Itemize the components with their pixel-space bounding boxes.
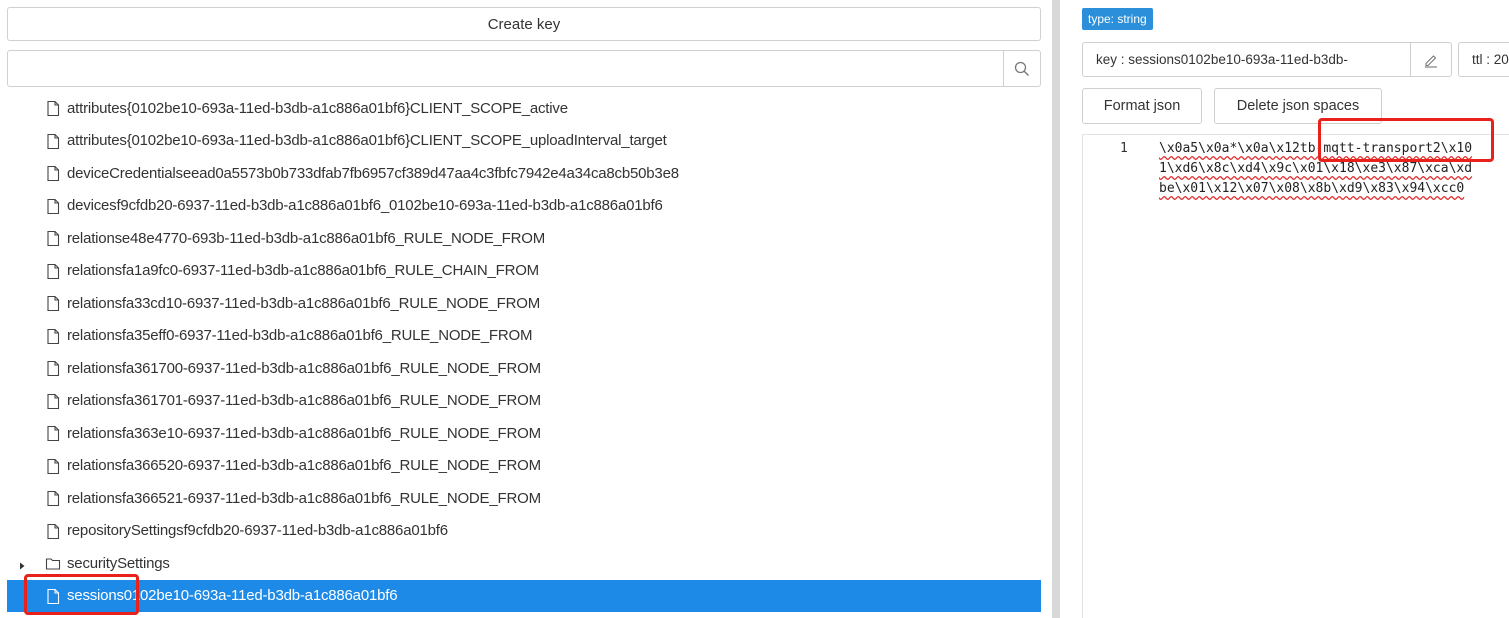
file-icon	[45, 295, 61, 312]
tree-item-label: relationsfa361701-6937-11ed-b3db-a1c886a…	[67, 392, 541, 410]
file-icon	[45, 393, 61, 410]
file-icon	[45, 198, 61, 215]
rename-key-button[interactable]	[1410, 43, 1451, 76]
search-box	[7, 50, 1041, 87]
value-viewer-panel: type: string key : sessions0102be10-693a…	[1060, 0, 1509, 618]
tree-key-item[interactable]: attributes{0102be10-693a-11ed-b3db-a1c88…	[0, 92, 1045, 125]
tree-item-label: relationsfa366520-6937-11ed-b3db-a1c886a…	[67, 457, 541, 475]
tree-key-item[interactable]: relationse48e4770-693b-11ed-b3db-a1c886a…	[0, 222, 1045, 255]
search-input[interactable]	[8, 51, 1004, 86]
tree-key-item[interactable]: relationsfa366521-6937-11ed-b3db-a1c886a…	[0, 482, 1045, 515]
tree-item-label: relationsfa1a9fc0-6937-11ed-b3db-a1c886a…	[67, 262, 539, 280]
tree-item-label: sessions0102be10-693a-11ed-b3db-a1c886a0…	[67, 587, 398, 605]
tree-key-item[interactable]: relationsfa35eff0-6937-11ed-b3db-a1c886a…	[0, 320, 1045, 353]
key-name-text: key : sessions0102be10-693a-11ed-b3db-	[1096, 52, 1348, 67]
file-icon	[45, 458, 61, 475]
tree-item-label: relationse48e4770-693b-11ed-b3db-a1c886a…	[67, 229, 546, 247]
tree-key-item[interactable]: sessions0102be10-693a-11ed-b3db-a1c886a0…	[7, 579, 1041, 612]
file-icon	[45, 490, 61, 507]
ttl-text: ttl : 20	[1472, 52, 1509, 67]
create-key-button[interactable]: Create key	[7, 7, 1041, 41]
tree-item-label: relationsfa33cd10-6937-11ed-b3db-a1c886a…	[67, 294, 541, 312]
tree-key-item[interactable]: relationsfa361701-6937-11ed-b3db-a1c886a…	[0, 385, 1045, 418]
file-icon	[45, 523, 61, 540]
search-button[interactable]	[1003, 51, 1040, 86]
tree-key-item[interactable]: attributes{0102be10-693a-11ed-b3db-a1c88…	[0, 125, 1045, 158]
file-icon	[45, 230, 61, 247]
ttl-field[interactable]: ttl : 20	[1458, 42, 1509, 77]
tree-key-item[interactable]: repositorySettingsf9cfdb20-6937-11ed-b3d…	[0, 515, 1045, 548]
expand-caret-icon[interactable]	[17, 558, 27, 570]
line-number: 1	[1120, 141, 1128, 156]
tree-item-label: relationsfa361700-6937-11ed-b3db-a1c886a…	[67, 359, 541, 377]
tree-item-label: relationsfa35eff0-6937-11ed-b3db-a1c886a…	[67, 327, 533, 345]
tree-folder-item[interactable]: securitySettings	[0, 547, 1045, 580]
file-icon	[45, 588, 61, 605]
code-line: \x0a5\x0a*\x0a\x12tb-mqtt-transport2\x10	[1159, 141, 1473, 156]
format-json-button[interactable]: Format json	[1082, 88, 1202, 124]
tree-item-label: deviceCredentialseead0a5573b0b733dfab7fb…	[67, 164, 679, 182]
pencil-icon	[1425, 54, 1437, 68]
tree-item-label: attributes{0102be10-693a-11ed-b3db-a1c88…	[67, 132, 667, 150]
file-icon	[45, 263, 61, 280]
file-icon	[45, 425, 61, 442]
file-icon	[45, 133, 61, 150]
tree-key-item[interactable]: relationsfa366520-6937-11ed-b3db-a1c886a…	[0, 450, 1045, 483]
tree-key-item[interactable]: deviceCredentialseead0a5573b0b733dfab7fb…	[0, 157, 1045, 190]
file-icon	[45, 165, 61, 182]
delete-json-spaces-button[interactable]: Delete json spaces	[1214, 88, 1382, 124]
tree-key-item[interactable]: relationsfa33cd10-6937-11ed-b3db-a1c886a…	[0, 287, 1045, 320]
tree-key-item[interactable]: relationsfa363e10-6937-11ed-b3db-a1c886a…	[0, 417, 1045, 450]
key-tree: attributes{0102be10-693a-11ed-b3db-a1c88…	[0, 92, 1045, 612]
tree-key-item[interactable]: devicesf9cfdb20-6937-11ed-b3db-a1c886a01…	[0, 190, 1045, 223]
code-line: be\x01\x12\x07\x08\x8b\xd9\x83\x94\xcc0	[1159, 181, 1465, 196]
tree-item-label: attributes{0102be10-693a-11ed-b3db-a1c88…	[67, 99, 568, 117]
value-editor[interactable]: 1 \x0a5\x0a*\x0a\x12tb-mqtt-transport2\x…	[1082, 134, 1509, 618]
tree-item-label: repositorySettingsf9cfdb20-6937-11ed-b3d…	[67, 522, 448, 540]
file-icon	[45, 360, 61, 377]
code-line: 1\xd6\x8c\xd4\x9c\x01\x18\xe3\x87\xca\xd	[1159, 161, 1473, 176]
search-icon	[1014, 61, 1029, 76]
file-icon	[45, 328, 61, 345]
key-name-field[interactable]: key : sessions0102be10-693a-11ed-b3db-	[1082, 42, 1452, 77]
tree-item-label: securitySettings	[67, 554, 170, 572]
tree-item-label: devicesf9cfdb20-6937-11ed-b3db-a1c886a01…	[67, 197, 663, 215]
tree-key-item[interactable]: relationsfa1a9fc0-6937-11ed-b3db-a1c886a…	[0, 255, 1045, 288]
folder-icon	[45, 555, 61, 572]
type-badge: type: string	[1082, 8, 1153, 30]
key-browser-panel: Create key attributes{0102be10-693a-11ed…	[0, 0, 1052, 618]
file-icon	[45, 100, 61, 117]
tree-item-label: relationsfa363e10-6937-11ed-b3db-a1c886a…	[67, 424, 541, 442]
tree-key-item[interactable]: relationsfa361700-6937-11ed-b3db-a1c886a…	[0, 352, 1045, 385]
panel-splitter[interactable]	[1052, 0, 1060, 618]
tree-item-label: relationsfa366521-6937-11ed-b3db-a1c886a…	[67, 489, 541, 507]
